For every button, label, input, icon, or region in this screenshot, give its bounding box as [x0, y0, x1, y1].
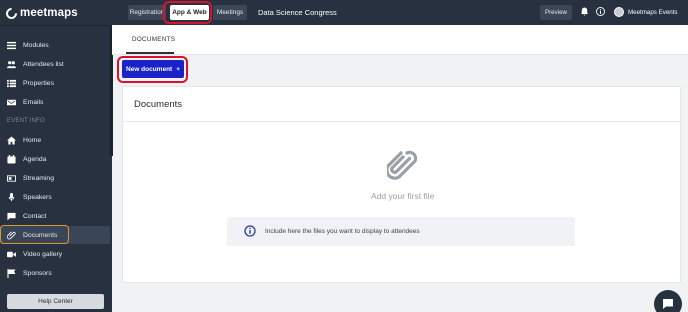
- content-header: DOCUMENTS: [112, 25, 688, 55]
- sidebar-item-label: Streaming: [23, 174, 54, 182]
- card-title: Documents: [134, 99, 183, 110]
- sidebar-item-label: Sponsors: [23, 269, 52, 277]
- user-name[interactable]: Meetmaps Events: [628, 9, 678, 16]
- sidebar-item-video-gallery[interactable]: Video gallery: [0, 245, 110, 263]
- menu-icon: [6, 40, 16, 50]
- sidebar-item-label: Contact: [23, 212, 47, 220]
- chat-icon: [6, 211, 16, 221]
- list-icon: [6, 78, 16, 88]
- section-label-event-info: EVENT INFO: [7, 118, 45, 124]
- app-web-tab-highlight: [163, 1, 212, 24]
- empty-state-text: Add your first file: [371, 191, 435, 201]
- tab-meetings[interactable]: Meetings: [213, 5, 247, 20]
- documents-card: Documents Add your first file Include he…: [122, 86, 681, 283]
- preview-button[interactable]: Preview: [540, 5, 572, 20]
- bell-icon[interactable]: [580, 7, 589, 16]
- avatar[interactable]: [614, 7, 624, 17]
- info-icon[interactable]: [596, 7, 605, 16]
- sidebar-item-modules[interactable]: Modules: [0, 36, 110, 54]
- sidebar-item-label: Properties: [23, 79, 54, 87]
- logo-mark-icon: [3, 5, 20, 21]
- flag-icon: [6, 268, 16, 278]
- tab-underline: [126, 52, 174, 54]
- users-icon: [6, 59, 16, 69]
- tab-documents[interactable]: DOCUMENTS: [132, 36, 175, 43]
- mail-icon: [6, 97, 16, 107]
- info-box: Include here the files you want to displ…: [227, 217, 575, 246]
- sidebar-item-label: Home: [23, 136, 42, 144]
- sidebar-item-emails[interactable]: Emails: [0, 93, 110, 111]
- sidebar-item-agenda[interactable]: Agenda: [0, 150, 110, 168]
- sidebar-item-label: Attendees list: [23, 60, 64, 68]
- home-icon: [6, 135, 16, 145]
- info-text: Include here the files you want to displ…: [265, 228, 420, 235]
- sidebar-item-speakers[interactable]: Speakers: [0, 188, 110, 206]
- sidebar-item-label: Agenda: [23, 155, 47, 163]
- logo-text: meetmaps: [20, 7, 78, 19]
- divider: [0, 25, 112, 26]
- event-title: Data Science Congress: [258, 8, 337, 17]
- sidebar-item-label: Modules: [23, 41, 49, 49]
- tv-icon: [6, 173, 16, 183]
- sidebar-item-attendees-list[interactable]: Attendees list: [0, 55, 110, 73]
- new-document-highlight: [117, 56, 188, 83]
- sidebar-item-streaming[interactable]: Streaming: [0, 169, 110, 187]
- sidebar: meetmaps Modules Attendees list Properti…: [0, 0, 113, 312]
- meetmaps-logo[interactable]: meetmaps: [3, 5, 78, 21]
- sidebar-item-sponsors[interactable]: Sponsors: [0, 264, 110, 282]
- help-center-button[interactable]: Help Center: [7, 294, 104, 309]
- chat-bubble-icon: [663, 299, 673, 309]
- info-circle-icon: [244, 225, 256, 237]
- chat-widget-button[interactable]: [654, 290, 682, 312]
- documents-highlight: [0, 225, 69, 244]
- sidebar-item-label: Emails: [23, 98, 44, 106]
- sidebar-item-properties[interactable]: Properties: [0, 74, 110, 92]
- sidebar-item-label: Speakers: [23, 193, 52, 201]
- calendar-icon: [6, 154, 16, 164]
- sidebar-item-home[interactable]: Home: [0, 131, 110, 149]
- video-icon: [6, 249, 16, 259]
- paperclip-icon: [387, 150, 417, 180]
- microphone-icon: [6, 192, 16, 202]
- tab-registration[interactable]: Registration: [128, 5, 166, 20]
- sidebar-item-contact[interactable]: Contact: [0, 207, 110, 225]
- divider: [123, 121, 680, 122]
- sidebar-item-label: Video gallery: [23, 250, 63, 258]
